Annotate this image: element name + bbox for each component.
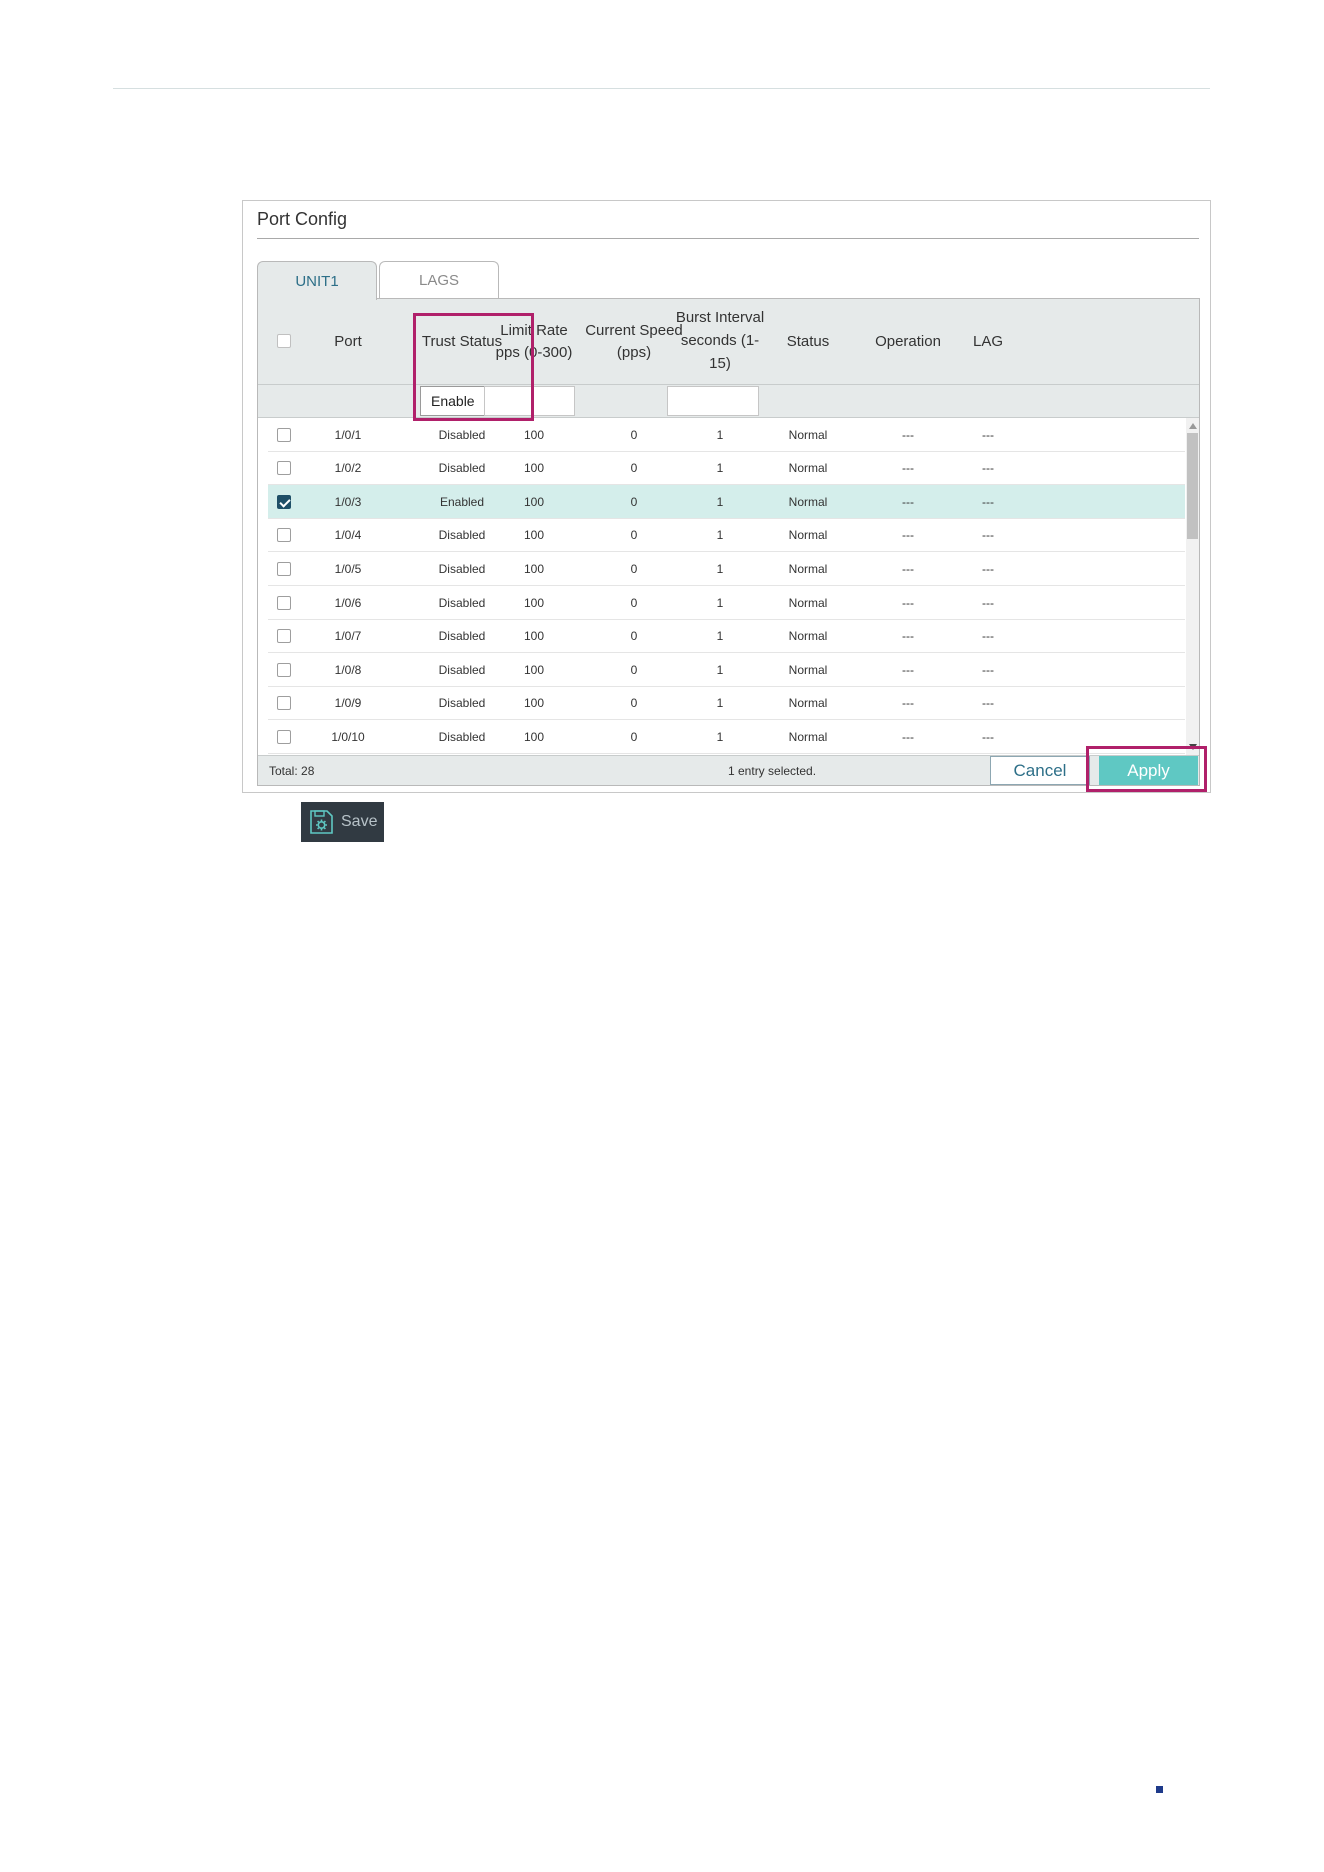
table-row[interactable]: 1/0/10 Disabled 100 0 1 Normal --- ---	[268, 720, 1185, 754]
cell-lag: ---	[982, 561, 994, 576]
cell-lag: ---	[982, 528, 994, 543]
table-row[interactable]: 1/0/2 Disabled 100 0 1 Normal --- ---	[268, 452, 1185, 486]
save-gear-icon	[310, 810, 333, 834]
row-checkbox-cell	[268, 586, 300, 619]
cell-port: 1/0/8	[334, 662, 362, 677]
row-checkbox[interactable]	[277, 461, 291, 476]
row-checkbox-cell	[268, 485, 300, 518]
tab-unit1[interactable]: UNIT1	[257, 261, 377, 300]
burst-interval-input[interactable]	[667, 386, 759, 416]
scroll-up-arrow-icon[interactable]	[1189, 423, 1197, 429]
apply-button[interactable]: Apply	[1099, 756, 1198, 785]
cell-lag: ---	[982, 729, 994, 744]
cell-port: 1/0/9	[334, 696, 362, 711]
cell-lag: ---	[982, 494, 994, 509]
row-checkbox[interactable]	[277, 696, 291, 711]
cell-port: 1/0/6	[334, 595, 362, 610]
cell-port: 1/0/5	[334, 561, 362, 576]
port-config-panel: Port Config UNIT1 LAGS Port Trust Status…	[242, 200, 1211, 793]
row-checkbox[interactable]	[277, 528, 291, 543]
table-header: Port Trust Status Limit Rate pps (0-300)…	[258, 299, 1199, 385]
cell-lag: ---	[982, 696, 994, 711]
limit-rate-input[interactable]	[484, 386, 575, 416]
port-table: Port Trust Status Limit Rate pps (0-300)…	[257, 298, 1200, 786]
total-count: Total: 28	[269, 764, 315, 778]
filter-row: Enable	[258, 385, 1199, 418]
row-checkbox-cell	[268, 653, 300, 686]
table-row[interactable]: 1/0/4 Disabled 100 0 1 Normal --- ---	[268, 519, 1185, 553]
save-button[interactable]: Save	[301, 802, 384, 842]
panel-title-divider	[257, 238, 1199, 239]
cell-lag: ---	[982, 662, 994, 677]
cell-lag: ---	[982, 427, 994, 442]
trust-status-select-value: Enable	[431, 393, 475, 409]
row-checkbox[interactable]	[277, 427, 291, 442]
table-row[interactable]: 1/0/5 Disabled 100 0 1 Normal --- ---	[268, 552, 1185, 586]
table-footer: Total: 28 1 entry selected. Cancel Apply	[258, 755, 1199, 785]
cell-lag: ---	[982, 461, 994, 476]
table-row[interactable]: 1/0/6 Disabled 100 0 1 Normal --- ---	[268, 586, 1185, 620]
cell-port: 1/0/3	[334, 494, 362, 509]
table-body: 1/0/1 Disabled 100 0 1 Normal --- --- 1/0/2 Disab…	[268, 418, 1185, 755]
selection-status: 1 entry selected.	[728, 764, 817, 778]
table-row[interactable]: 1/0/9 Disabled 100 0 1 Normal --- ---	[268, 687, 1185, 721]
row-checkbox-cell	[268, 552, 300, 585]
row-checkbox-cell	[268, 418, 300, 451]
col-port[interactable]: Port	[310, 299, 386, 384]
cell-port: 1/0/7	[334, 629, 362, 644]
scroll-down-arrow-icon[interactable]	[1189, 744, 1197, 750]
panel-title: Port Config	[257, 209, 348, 229]
page-top-rule	[113, 88, 1210, 89]
cell-port: 1/0/2	[334, 461, 362, 476]
row-checkbox[interactable]	[277, 561, 291, 576]
cell-port: 1/0/1	[334, 427, 362, 442]
select-all-checkbox[interactable]	[277, 334, 291, 348]
cell-lag: ---	[982, 629, 994, 644]
table-scrollbar[interactable]	[1186, 418, 1199, 755]
row-checkbox-cell	[268, 687, 300, 720]
row-checkbox-cell	[268, 620, 300, 653]
cell-port: 1/0/10	[331, 729, 365, 744]
cell-port: 1/0/4	[334, 528, 362, 543]
table-row[interactable]: 1/0/7 Disabled 100 0 1 Normal --- ---	[268, 620, 1185, 654]
row-checkbox-checked[interactable]	[277, 494, 291, 509]
cancel-button[interactable]: Cancel	[990, 756, 1090, 785]
row-checkbox[interactable]	[277, 662, 291, 677]
row-checkbox[interactable]	[277, 729, 291, 744]
table-row[interactable]: 1/0/3 Enabled 100 0 1 Normal --- ---	[268, 485, 1185, 519]
save-label: Save	[341, 813, 378, 830]
row-checkbox-cell	[268, 452, 300, 485]
col-lag[interactable]: LAG	[938, 299, 1038, 384]
page-marker	[1156, 1786, 1163, 1793]
row-checkbox[interactable]	[277, 595, 291, 610]
scrollbar-thumb[interactable]	[1187, 433, 1198, 539]
tab-lags[interactable]: LAGS	[379, 261, 499, 299]
table-row[interactable]: 1/0/8 Disabled 100 0 1 Normal --- ---	[268, 653, 1185, 687]
row-checkbox[interactable]	[277, 629, 291, 644]
row-checkbox-cell	[268, 720, 300, 753]
cell-lag: ---	[982, 595, 994, 610]
row-checkbox-cell	[268, 519, 300, 552]
table-row[interactable]: 1/0/1 Disabled 100 0 1 Normal --- ---	[268, 418, 1185, 452]
